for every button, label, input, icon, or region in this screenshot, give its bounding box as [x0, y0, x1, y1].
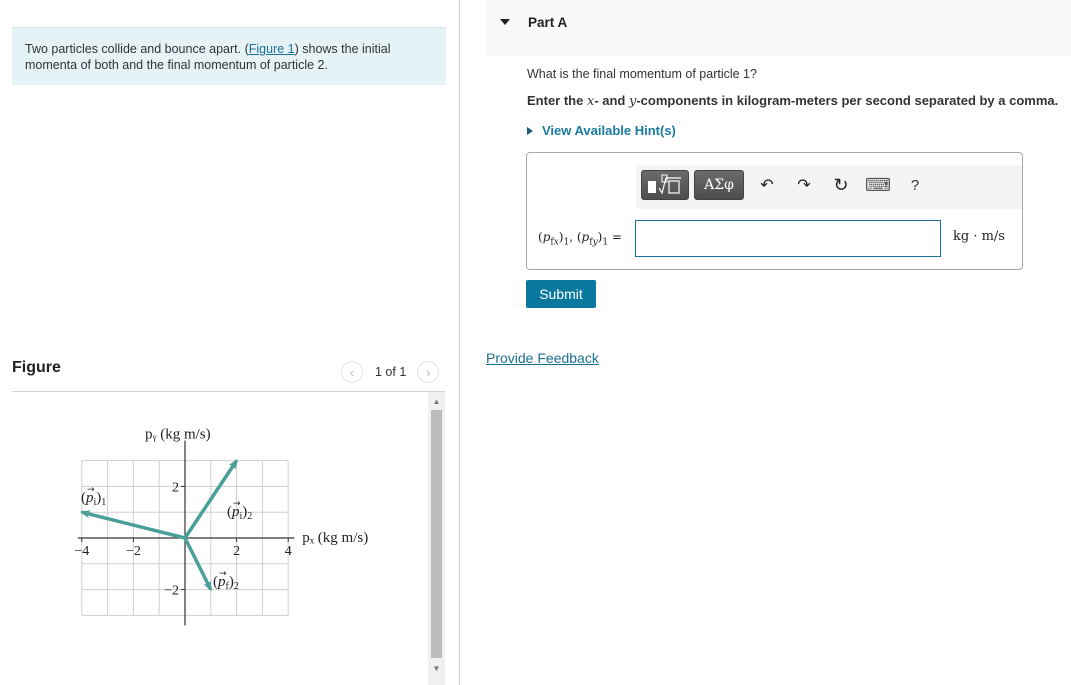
- axes: [77, 440, 295, 626]
- instruction-text: Enter the x- and y-components in kilogra…: [527, 93, 1059, 109]
- keyboard-icon[interactable]: ⌨: [865, 174, 891, 196]
- y-tick-label: −2: [164, 584, 179, 599]
- y-axis-label: pᵧ (kg m/s): [145, 427, 211, 443]
- help-icon[interactable]: ?: [904, 174, 926, 196]
- figure-title: Figure: [12, 359, 61, 376]
- figure-pager: ‹ 1 of 1 ›: [341, 360, 440, 384]
- tick-labels: −4 −2 2 4 2 −2: [74, 480, 291, 598]
- units-label: kg · m/s: [953, 229, 1005, 244]
- x-tick-label: 4: [285, 544, 292, 559]
- chevron-right-icon: ›: [426, 364, 431, 380]
- x-tick-label: −2: [126, 544, 141, 559]
- provide-feedback-link[interactable]: Provide Feedback: [486, 350, 599, 366]
- templates-icon: [648, 174, 681, 195]
- expand-caret-icon: [527, 126, 533, 135]
- panel-divider: [459, 0, 460, 685]
- question-text: What is the final momentum of particle 1…: [527, 67, 757, 81]
- x-tick-label: −4: [74, 544, 89, 559]
- greek-symbols-button[interactable]: ΑΣφ: [694, 170, 744, 200]
- x-axis-label: pₓ (kg m/s): [302, 530, 368, 546]
- prev-figure-button[interactable]: ‹: [341, 361, 363, 383]
- x-tick-label: 2: [233, 544, 240, 559]
- redo-icon[interactable]: ↷: [793, 174, 815, 196]
- figure-link[interactable]: Figure 1: [249, 42, 295, 56]
- pager-text: 1 of 1: [375, 365, 407, 379]
- next-figure-button[interactable]: ›: [417, 361, 440, 383]
- math-toolbar: ΑΣφ ↶ ↷ ↻ ⌨ ?: [636, 165, 1022, 209]
- answer-input[interactable]: [635, 220, 941, 257]
- equation-label: (pfx)1, (pfy)1 =: [538, 230, 622, 248]
- chevron-left-icon: ‹: [349, 364, 355, 380]
- scroll-up-arrow-icon[interactable]: ▲: [428, 394, 445, 410]
- problem-intro: Two particles collide and bounce apart. …: [12, 27, 446, 85]
- templates-button[interactable]: [641, 170, 689, 200]
- figure-scrollbar[interactable]: ▲ ▼: [428, 392, 445, 685]
- submit-button[interactable]: Submit: [526, 280, 596, 308]
- vectors: (pi)1→(pi)2→(pf)2→: [79, 458, 252, 592]
- collapse-caret-icon: [500, 19, 510, 25]
- vector-arrow-accent: →: [87, 485, 95, 495]
- part-label: Part A: [528, 15, 568, 30]
- left-panel: Two particles collide and bounce apart. …: [0, 0, 459, 685]
- vector-arrow-accent: →: [233, 499, 241, 509]
- view-hints-toggle[interactable]: View Available Hint(s): [527, 123, 676, 138]
- hint-label: View Available Hint(s): [542, 123, 676, 138]
- y-tick-label: 2: [172, 480, 179, 495]
- vector-arrow-accent: →: [219, 569, 227, 579]
- undo-icon[interactable]: ↶: [756, 174, 778, 196]
- scroll-down-arrow-icon[interactable]: ▼: [428, 661, 445, 677]
- scroll-thumb[interactable]: [431, 410, 442, 658]
- momentum-vector-diagram: −4 −2 2 42−2 (pi)1→(pi)2→(pf)2→ pₓ (kg m/s)…: [74, 427, 368, 626]
- reset-icon[interactable]: ↻: [830, 174, 852, 196]
- part-a-header[interactable]: Part A: [486, 0, 1071, 56]
